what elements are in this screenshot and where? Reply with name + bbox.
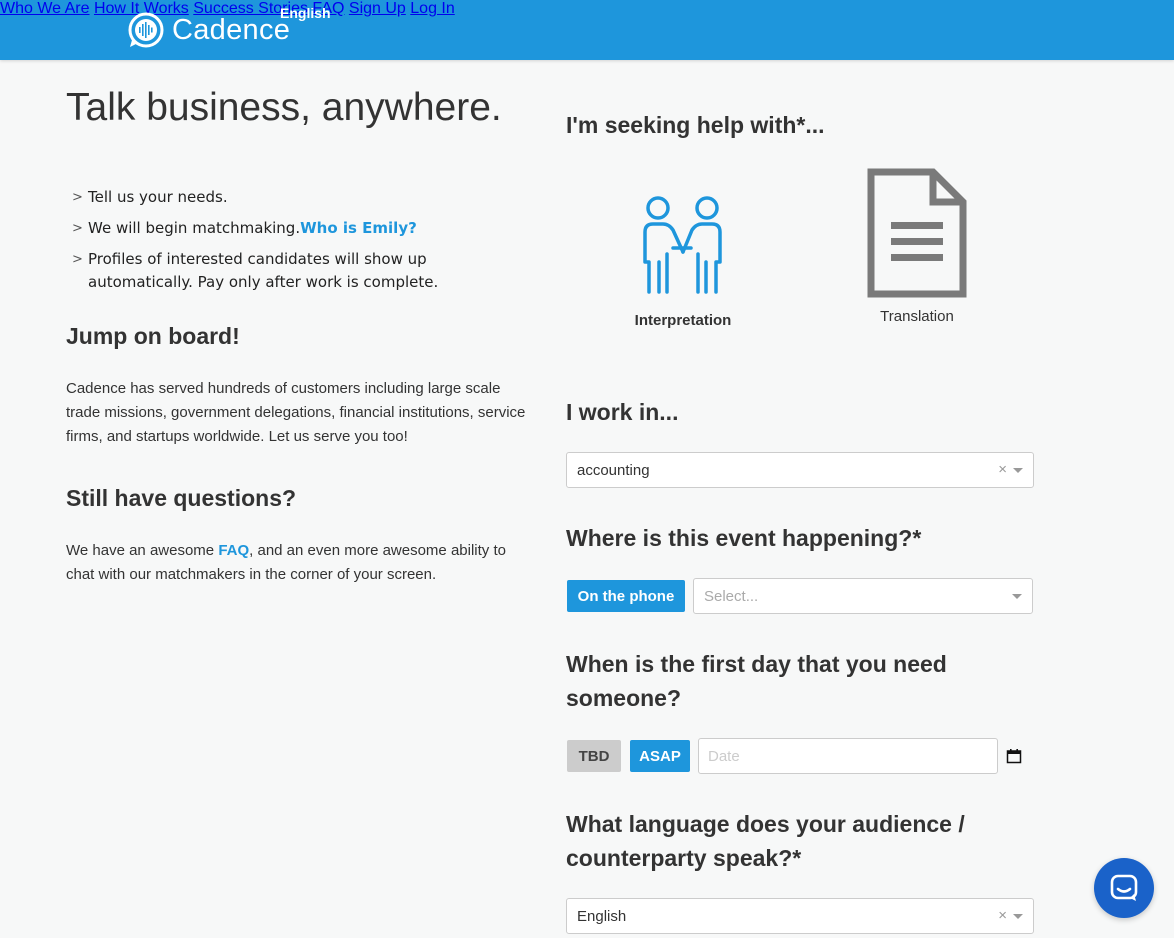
- nav-log-in[interactable]: Log In: [410, 0, 454, 17]
- nav-who-we-are[interactable]: Who We Are: [0, 0, 90, 17]
- chat-icon: [1110, 874, 1138, 901]
- industry-value: accounting: [577, 462, 650, 479]
- faq-link[interactable]: FAQ: [218, 542, 249, 559]
- caret-right-icon: >: [72, 190, 83, 205]
- clear-icon[interactable]: ×: [998, 461, 1007, 478]
- step-text: Tell us your needs.: [88, 188, 228, 206]
- board-text: Cadence has served hundreds of customers…: [66, 380, 526, 445]
- on-the-phone-button[interactable]: On the phone: [567, 580, 685, 612]
- jump-on-board-heading: Jump on board!: [66, 323, 240, 349]
- seeking-heading: I'm seeking help with*...: [566, 112, 825, 138]
- location-heading: Where is this event happening?*: [566, 525, 922, 551]
- date-input[interactable]: [698, 738, 998, 774]
- nav-sign-up[interactable]: Sign Up: [349, 0, 406, 17]
- document-icon: [867, 168, 967, 298]
- chat-launcher-button[interactable]: [1094, 858, 1154, 918]
- industry-heading: I work in...: [566, 399, 679, 425]
- language-selector[interactable]: English: [280, 5, 331, 21]
- service-label-interpretation: Interpretation: [634, 312, 732, 329]
- brand-logo[interactable]: Cadence: [126, 10, 290, 50]
- caret-right-icon: >: [72, 252, 83, 267]
- who-is-emily-link[interactable]: Who is Emily?: [300, 219, 417, 237]
- cadence-logo-icon: [128, 12, 164, 48]
- chevron-down-icon[interactable]: [1013, 914, 1023, 919]
- step-text: Profiles of interested candidates will s…: [88, 250, 439, 291]
- location-select[interactable]: Select...: [693, 578, 1033, 614]
- tbd-button[interactable]: TBD: [567, 740, 621, 772]
- steps-list: > Tell us your needs. > We will begin ma…: [72, 186, 472, 302]
- chevron-down-icon[interactable]: [1013, 468, 1023, 473]
- step-text: We will begin matchmaking.: [88, 219, 301, 237]
- brand-name: Cadence: [172, 13, 291, 46]
- language-select[interactable]: English ×: [566, 898, 1034, 934]
- still-questions-heading: Still have questions?: [66, 485, 297, 511]
- hero-title: Talk business, anywhere.: [66, 86, 502, 129]
- asap-button[interactable]: ASAP: [630, 740, 690, 772]
- industry-select[interactable]: accounting ×: [566, 452, 1034, 488]
- service-option-translation[interactable]: Translation: [837, 168, 997, 325]
- location-placeholder: Select...: [704, 588, 759, 605]
- service-option-interpretation[interactable]: Interpretation: [603, 192, 763, 329]
- chevron-down-icon[interactable]: [1012, 594, 1022, 599]
- language-value: English: [577, 908, 627, 925]
- top-nav-bar: Cadence English Who We Are How It Works …: [0, 0, 1174, 60]
- calendar-icon[interactable]: [1006, 748, 1022, 764]
- list-item: > Tell us your needs.: [72, 186, 472, 209]
- questions-text-pre: We have an awesome: [66, 542, 219, 559]
- audience-language-heading: What language does your audience / count…: [566, 811, 965, 871]
- date-heading: When is the first day that you need some…: [566, 651, 947, 711]
- list-item: > We will begin matchmaking.Who is Emily…: [72, 217, 472, 240]
- list-item: > Profiles of interested candidates will…: [72, 248, 472, 294]
- handshake-icon: [643, 196, 722, 294]
- questions-text: We have an awesome FAQ, and an even more…: [66, 539, 536, 587]
- caret-right-icon: >: [72, 221, 83, 236]
- clear-icon[interactable]: ×: [998, 907, 1007, 924]
- service-label-translation: Translation: [880, 308, 954, 325]
